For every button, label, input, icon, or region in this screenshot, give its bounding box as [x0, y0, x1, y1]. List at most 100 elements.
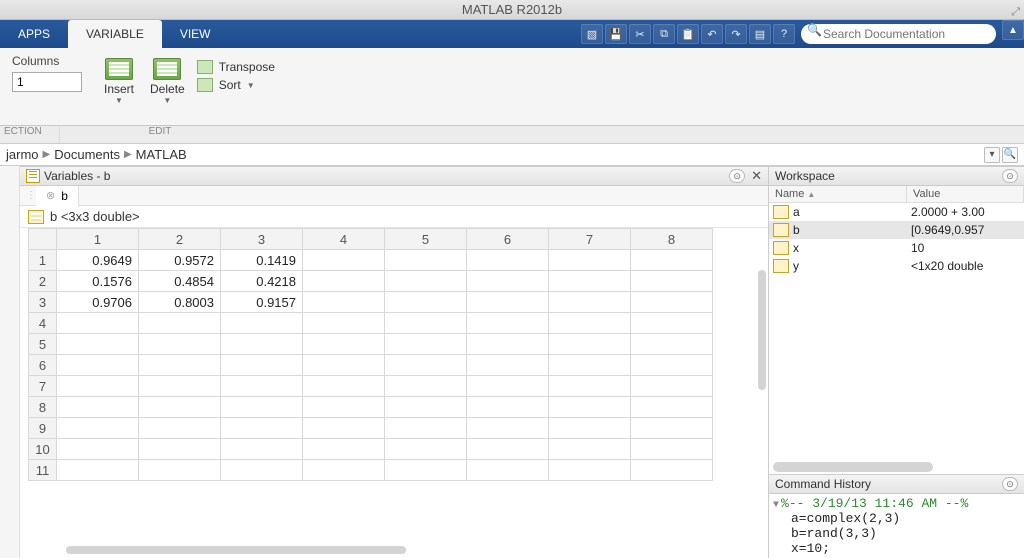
new-icon[interactable]: ▧: [581, 24, 603, 44]
workspace-row[interactable]: a2.0000 + 3.00: [769, 203, 1024, 221]
row-header[interactable]: 6: [29, 355, 57, 376]
cell[interactable]: 0.1576: [57, 271, 139, 292]
cell[interactable]: [467, 439, 549, 460]
window-resize-icon[interactable]: ⤢: [1011, 2, 1020, 22]
cell[interactable]: [139, 397, 221, 418]
cell[interactable]: [303, 418, 385, 439]
cell[interactable]: [385, 250, 467, 271]
row-header[interactable]: 8: [29, 397, 57, 418]
cell[interactable]: [221, 334, 303, 355]
col-header[interactable]: 7: [549, 229, 631, 250]
workspace-row[interactable]: x10: [769, 239, 1024, 257]
col-header[interactable]: 8: [631, 229, 713, 250]
row-header[interactable]: 3: [29, 292, 57, 313]
row-header[interactable]: 9: [29, 418, 57, 439]
cell[interactable]: [467, 250, 549, 271]
col-header[interactable]: 3: [221, 229, 303, 250]
cell[interactable]: [139, 418, 221, 439]
cell[interactable]: [549, 271, 631, 292]
cell[interactable]: [385, 334, 467, 355]
delete-button[interactable]: Delete ▼: [146, 56, 189, 107]
row-header[interactable]: 10: [29, 439, 57, 460]
cell[interactable]: [549, 355, 631, 376]
cell[interactable]: [631, 313, 713, 334]
cell[interactable]: [549, 292, 631, 313]
columns-input[interactable]: [12, 72, 82, 92]
workspace-row[interactable]: b[0.9649,0.957: [769, 221, 1024, 239]
cell[interactable]: [467, 355, 549, 376]
cell[interactable]: [549, 397, 631, 418]
cell[interactable]: [139, 334, 221, 355]
cell[interactable]: [57, 334, 139, 355]
undo-icon[interactable]: ↶: [701, 24, 723, 44]
search-input[interactable]: [801, 24, 996, 44]
row-header[interactable]: 4: [29, 313, 57, 334]
cell[interactable]: [549, 334, 631, 355]
cell[interactable]: [385, 355, 467, 376]
cell[interactable]: [57, 418, 139, 439]
cell[interactable]: [139, 439, 221, 460]
cell[interactable]: [467, 418, 549, 439]
save-icon[interactable]: 💾: [605, 24, 627, 44]
cell[interactable]: [631, 397, 713, 418]
cell[interactable]: [139, 460, 221, 481]
row-header[interactable]: 7: [29, 376, 57, 397]
cut-icon[interactable]: ✂: [629, 24, 651, 44]
cell[interactable]: [467, 376, 549, 397]
cell[interactable]: [57, 376, 139, 397]
paste-icon[interactable]: 📋: [677, 24, 699, 44]
cell[interactable]: [385, 397, 467, 418]
insert-button[interactable]: Insert ▼: [100, 56, 138, 107]
cell[interactable]: [385, 313, 467, 334]
cell[interactable]: [57, 439, 139, 460]
cell[interactable]: [303, 355, 385, 376]
cell[interactable]: [221, 376, 303, 397]
col-header[interactable]: 2: [139, 229, 221, 250]
history-line[interactable]: b=rand(3,3): [773, 526, 1020, 541]
cell[interactable]: [221, 355, 303, 376]
browse-folder-icon[interactable]: 🔍: [1002, 147, 1018, 163]
panel-menu-icon[interactable]: ⊙: [1002, 169, 1018, 183]
row-header[interactable]: 2: [29, 271, 57, 292]
cell[interactable]: [631, 418, 713, 439]
col-header[interactable]: 1: [57, 229, 139, 250]
panel-menu-icon[interactable]: ⊙: [729, 169, 745, 183]
cell[interactable]: [631, 355, 713, 376]
cell[interactable]: [303, 313, 385, 334]
folder-dropdown-icon[interactable]: ▾: [984, 147, 1000, 163]
cell[interactable]: [549, 250, 631, 271]
breadcrumb-item[interactable]: Documents: [54, 147, 120, 162]
cell[interactable]: [303, 334, 385, 355]
vertical-scrollbar[interactable]: [758, 270, 766, 390]
panel-menu-icon[interactable]: ⊙: [1002, 477, 1018, 491]
cell[interactable]: 0.9572: [139, 250, 221, 271]
cell[interactable]: [57, 313, 139, 334]
row-header[interactable]: 11: [29, 460, 57, 481]
workspace-col-value[interactable]: Value: [907, 186, 1024, 202]
cell[interactable]: [467, 271, 549, 292]
close-icon[interactable]: ✕: [751, 168, 762, 184]
sort-button[interactable]: Sort ▼: [197, 78, 275, 92]
cell[interactable]: [467, 313, 549, 334]
cell[interactable]: [385, 439, 467, 460]
help-icon[interactable]: ?: [773, 24, 795, 44]
cell[interactable]: [467, 460, 549, 481]
cell[interactable]: [631, 460, 713, 481]
cell[interactable]: [385, 376, 467, 397]
cell[interactable]: 0.1419: [221, 250, 303, 271]
cell[interactable]: [631, 334, 713, 355]
horizontal-scrollbar[interactable]: [773, 462, 933, 472]
expand-icon[interactable]: ▼: [773, 500, 779, 511]
tab-view[interactable]: VIEW: [162, 20, 229, 48]
cell[interactable]: [303, 376, 385, 397]
minimize-ribbon-icon[interactable]: ▲: [1002, 20, 1024, 40]
cell[interactable]: [549, 313, 631, 334]
cell[interactable]: 0.9649: [57, 250, 139, 271]
cell[interactable]: 0.9157: [221, 292, 303, 313]
cell[interactable]: [303, 460, 385, 481]
cell[interactable]: [467, 397, 549, 418]
cell[interactable]: [139, 376, 221, 397]
document-tab-b[interactable]: ⊗ b: [36, 186, 79, 206]
col-header[interactable]: 4: [303, 229, 385, 250]
cell[interactable]: [303, 250, 385, 271]
